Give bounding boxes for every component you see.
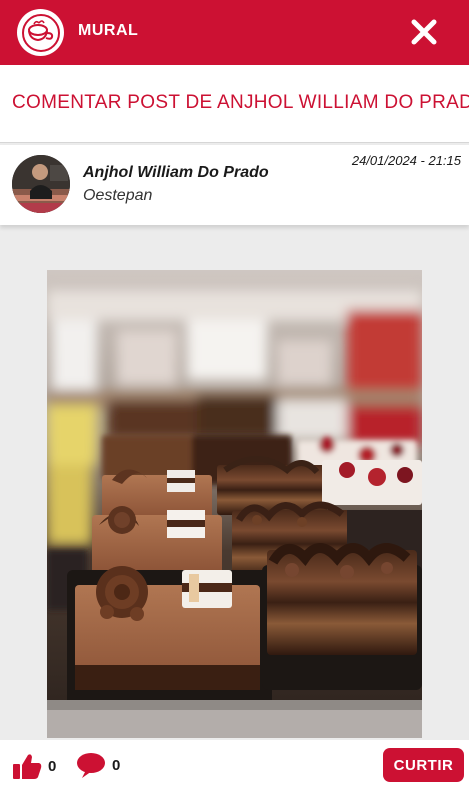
curtir-button[interactable]: CURTIR [383, 748, 464, 782]
author-name: Anjhol William Do Prado [83, 164, 269, 181]
comment-button[interactable]: 0 [76, 752, 120, 778]
author-company: Oestepan [83, 187, 153, 204]
comments-count: 0 [112, 756, 121, 774]
post-footer: 0 0 CURTIR [0, 740, 469, 800]
avatar[interactable] [12, 155, 70, 213]
page-title: COMENTAR POST DE ANJHOL WILLIAM DO PRADO [12, 92, 469, 113]
cake-cup-icon [17, 9, 64, 56]
speech-bubble-icon [77, 753, 105, 778]
thumbs-up-icon [13, 754, 42, 779]
like-button[interactable]: 0 [12, 752, 56, 780]
author-card: Anjhol William Do Prado Oestepan 24/01/2… [0, 145, 469, 225]
likes-count: 0 [48, 757, 57, 775]
topbar-title: MURAL [78, 22, 139, 39]
close-icon [411, 19, 437, 45]
page-header: COMENTAR POST DE ANJHOL WILLIAM DO PRADO [0, 65, 469, 143]
app-root: MURAL COMENTAR POST DE ANJHOL WILLIAM DO… [0, 0, 469, 800]
close-button[interactable] [406, 14, 442, 50]
chocolate-cakes-photo[interactable] [47, 270, 422, 738]
top-bar: MURAL [0, 0, 469, 65]
post-date: 24/01/2024 - 21:15 [351, 153, 461, 168]
